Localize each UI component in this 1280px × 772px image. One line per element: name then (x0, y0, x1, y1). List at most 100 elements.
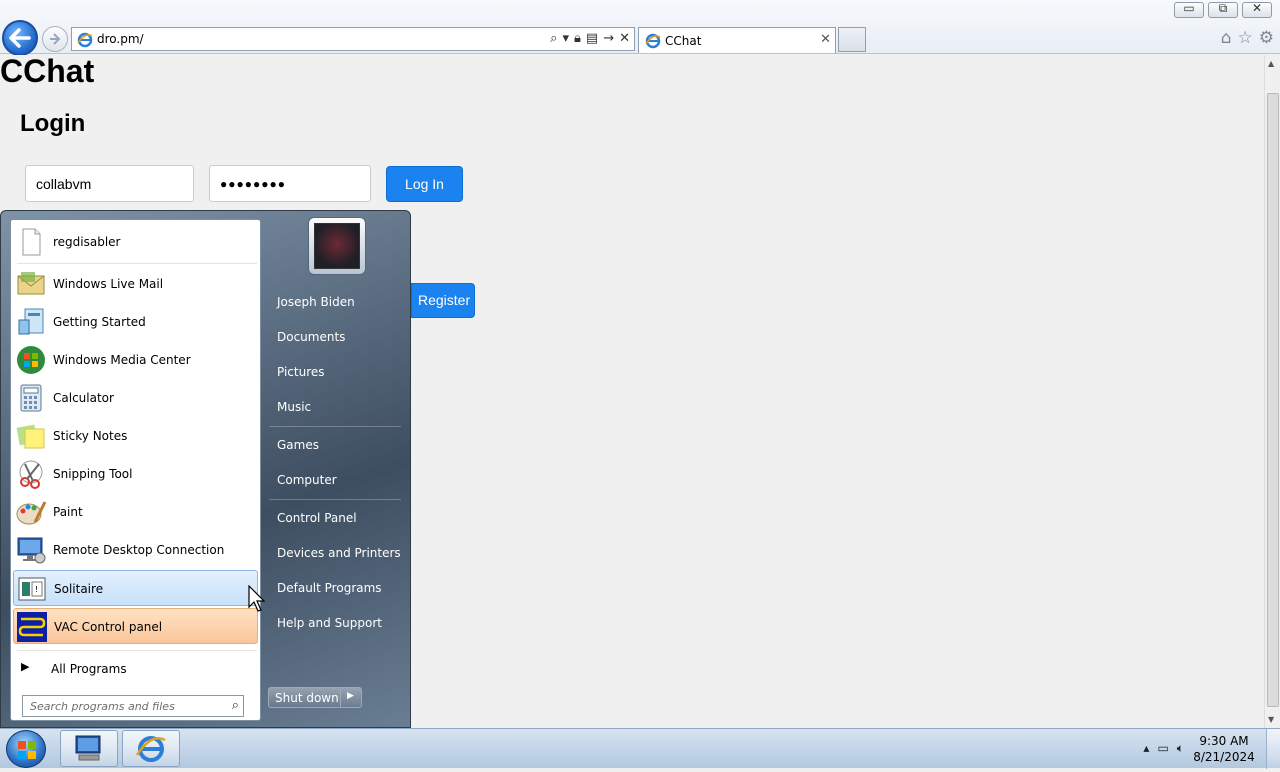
scroll-up-icon[interactable]: ▲ (1268, 59, 1274, 68)
tab-title: CChat (665, 34, 702, 48)
taskbar-explorer-button[interactable] (60, 730, 118, 767)
right-link-help-support[interactable]: Help and Support (277, 616, 382, 630)
right-link-pictures[interactable]: Pictures (277, 365, 325, 379)
program-label: Paint (53, 505, 83, 519)
taskbar-ie-button[interactable] (122, 730, 180, 767)
close-icon: ✕ (1251, 1, 1263, 15)
compat-view-icon[interactable]: ▤ (586, 31, 598, 46)
back-arrow-icon (9, 28, 31, 48)
program-windows-live-mail[interactable]: Windows Live Mail (13, 266, 258, 302)
taskbar: ▴ ▭ 🔈︎ 9:30 AM 8/21/2024 (0, 728, 1280, 769)
program-paint[interactable]: Paint (13, 494, 258, 530)
start-search-input[interactable]: Search programs and files ⌕ (22, 695, 244, 717)
program-label: Snipping Tool (53, 467, 133, 481)
program-vac-control-panel[interactable]: VAC Control panel (13, 608, 258, 644)
minimize-button[interactable]: ▭ (1174, 1, 1204, 18)
all-programs-link[interactable]: ▶ All Programs (21, 658, 256, 678)
stop-icon[interactable]: ✕ (619, 31, 630, 46)
gear-icon[interactable]: ⚙ (1259, 28, 1274, 48)
forward-button[interactable] (42, 26, 68, 52)
program-remote-desktop-connection[interactable]: Remote Desktop Connection (13, 532, 258, 568)
site-title: CChat (0, 53, 95, 89)
program-sticky-notes[interactable]: Sticky Notes (13, 418, 258, 454)
program-label: regdisabler (53, 235, 121, 249)
user-picture[interactable] (308, 217, 366, 275)
url-text[interactable]: dro.pm/ (97, 32, 144, 46)
dropdown-icon[interactable]: ▾ (562, 31, 569, 46)
computer-icon (75, 735, 101, 761)
go-icon[interactable]: → (603, 31, 614, 46)
notification-area: ▴ ▭ 🔈︎ (1143, 741, 1184, 756)
search-placeholder: Search programs and files (30, 700, 175, 713)
shutdown-button[interactable]: Shut down ▶ (268, 687, 362, 708)
program-regdisabler[interactable]: regdisabler (13, 224, 258, 260)
programs-pane: regdisabler Windows Live Mail Getting St… (10, 219, 261, 721)
new-tab-button[interactable] (838, 27, 866, 52)
divider (340, 688, 341, 707)
scroll-down-icon[interactable]: ▼ (1268, 715, 1274, 724)
right-link-control-panel[interactable]: Control Panel (277, 511, 357, 525)
clock[interactable]: 9:30 AM 8/21/2024 (1192, 733, 1256, 765)
volume-icon[interactable]: 🔈︎ (1177, 741, 1184, 756)
shutdown-label: Shut down (275, 691, 339, 705)
browser-toolbar: ▭ ⧉ ✕ dro.pm/ ⌕ ▾ 🔒︎ ▤ → ✕ CChat ✕ ⌂ ☆ ⚙ (0, 0, 1280, 56)
login-button[interactable]: Log In (386, 166, 463, 202)
program-getting-started[interactable]: Getting Started (13, 304, 258, 340)
right-link-computer[interactable]: Computer (277, 473, 337, 487)
scissors-icon (19, 460, 43, 489)
password-input[interactable]: ●●●●●●●● (209, 165, 371, 202)
tab-close-icon[interactable]: ✕ (820, 32, 831, 47)
program-windows-media-center[interactable]: Windows Media Center (13, 342, 258, 378)
right-link-user[interactable]: Joseph Biden (277, 295, 355, 309)
home-icon[interactable]: ⌂ (1221, 28, 1232, 48)
program-label: Sticky Notes (53, 429, 128, 443)
lock-icon[interactable]: 🔒︎ (574, 31, 581, 46)
svg-text:!: ! (35, 585, 38, 594)
ie-icon (135, 736, 166, 762)
program-solitaire[interactable]: ! Solitaire (13, 570, 258, 606)
register-button[interactable]: Register (411, 283, 475, 318)
tab-cchat[interactable]: CChat ✕ (638, 27, 836, 53)
back-button[interactable] (2, 20, 38, 56)
clock-date: 8/21/2024 (1193, 750, 1255, 764)
media-center-icon (17, 346, 45, 374)
address-bar[interactable]: dro.pm/ ⌕ ▾ 🔒︎ ▤ → ✕ (71, 27, 635, 51)
mouse-cursor-icon (248, 585, 266, 612)
page-scrollbar[interactable]: ▲ ▼ (1264, 55, 1280, 728)
right-link-default-programs[interactable]: Default Programs (277, 581, 382, 595)
forward-arrow-icon (50, 33, 61, 45)
program-label: Remote Desktop Connection (53, 543, 225, 557)
start-menu: regdisabler Windows Live Mail Getting St… (0, 210, 411, 728)
show-desktop-button[interactable] (1266, 729, 1280, 769)
program-label: Getting Started (53, 315, 146, 329)
address-tools: ⌕ ▾ 🔒︎ ▤ → ✕ (550, 31, 630, 46)
right-link-games[interactable]: Games (277, 438, 319, 452)
separator (269, 426, 401, 427)
search-icon[interactable]: ⌕ (232, 698, 239, 713)
maximize-button[interactable]: ⧉ (1208, 1, 1238, 18)
calculator-icon (20, 384, 42, 412)
favorites-star-icon[interactable]: ☆ (1238, 28, 1253, 48)
program-calculator[interactable]: Calculator (13, 380, 258, 416)
scroll-thumb[interactable] (1267, 93, 1279, 707)
search-icon[interactable]: ⌕ (550, 31, 557, 46)
start-button[interactable] (6, 730, 46, 768)
close-button[interactable]: ✕ (1242, 1, 1272, 18)
window-controls: ▭ ⧉ ✕ (1174, 1, 1272, 18)
program-snipping-tool[interactable]: Snipping Tool (13, 456, 258, 492)
show-hidden-icons-icon[interactable]: ▴ (1143, 741, 1149, 756)
right-link-devices-printers[interactable]: Devices and Printers (277, 546, 401, 560)
program-label: VAC Control panel (54, 620, 163, 634)
clock-time: 9:30 AM (1199, 734, 1249, 748)
username-input[interactable]: collabvm (25, 165, 194, 202)
sticky-notes-icon (16, 424, 45, 449)
getting-started-icon (18, 308, 44, 335)
program-label: Calculator (53, 391, 114, 405)
right-link-music[interactable]: Music (277, 400, 311, 414)
separator (17, 263, 257, 264)
avatar (314, 223, 360, 269)
network-icon[interactable]: ▭ (1157, 741, 1168, 756)
chevron-right-icon: ▶ (21, 660, 30, 673)
shutdown-options-icon[interactable]: ▶ (347, 691, 354, 701)
right-link-documents[interactable]: Documents (277, 330, 345, 344)
